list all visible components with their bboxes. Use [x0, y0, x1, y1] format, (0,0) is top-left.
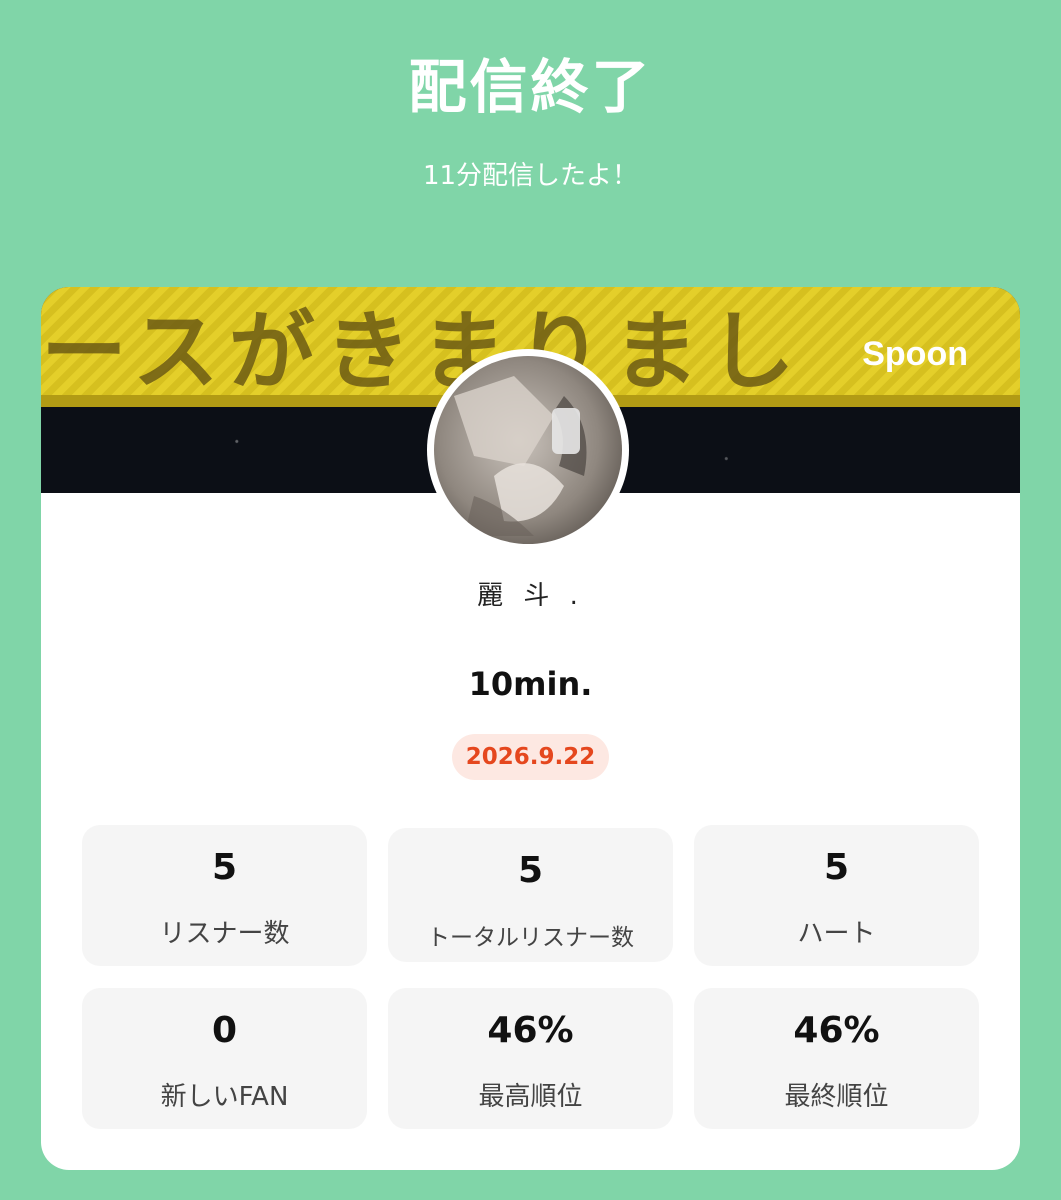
stat-hearts: 5 ハート	[694, 825, 979, 966]
stat-highest-rank: 46% 最高順位	[388, 988, 673, 1129]
spoon-logo: Spoon	[862, 335, 968, 373]
stat-value: 5	[823, 847, 850, 888]
stat-total-listeners: 5 トータルリスナー数	[388, 828, 673, 962]
stat-value: 5	[517, 850, 544, 891]
stat-value: 46%	[487, 1010, 574, 1051]
avatar-image	[434, 356, 622, 544]
avatar[interactable]	[427, 349, 629, 551]
stat-value: 0	[211, 1010, 238, 1051]
stat-new-fans: 0 新しいFAN	[82, 988, 367, 1129]
stat-listeners: 5 リスナー数	[82, 825, 367, 966]
stat-value: 5	[211, 847, 238, 888]
stat-final-rank: 46% 最終順位	[694, 988, 979, 1129]
stat-label: 最高順位	[478, 1082, 583, 1112]
stat-label: 新しいFAN	[160, 1082, 289, 1112]
page-subtitle: 11分配信したよ！	[422, 161, 639, 191]
broadcast-summary-card: ースがきまりまし Spoon 麗 斗 . 10min. 2026.9.22 5 …	[41, 287, 1020, 1170]
username: 麗 斗 .	[477, 581, 584, 611]
stat-label: ハート	[797, 919, 876, 949]
banner-text: ースがきまりまし	[41, 302, 805, 402]
stat-value: 46%	[793, 1010, 880, 1051]
broadcast-duration: 10min.	[468, 665, 593, 703]
stat-label: トータルリスナー数	[427, 925, 634, 951]
stat-label: リスナー数	[159, 919, 290, 949]
date-badge: 2026.9.22	[452, 734, 609, 780]
stat-label: 最終順位	[784, 1082, 889, 1112]
page-title: 配信終了	[408, 53, 653, 121]
